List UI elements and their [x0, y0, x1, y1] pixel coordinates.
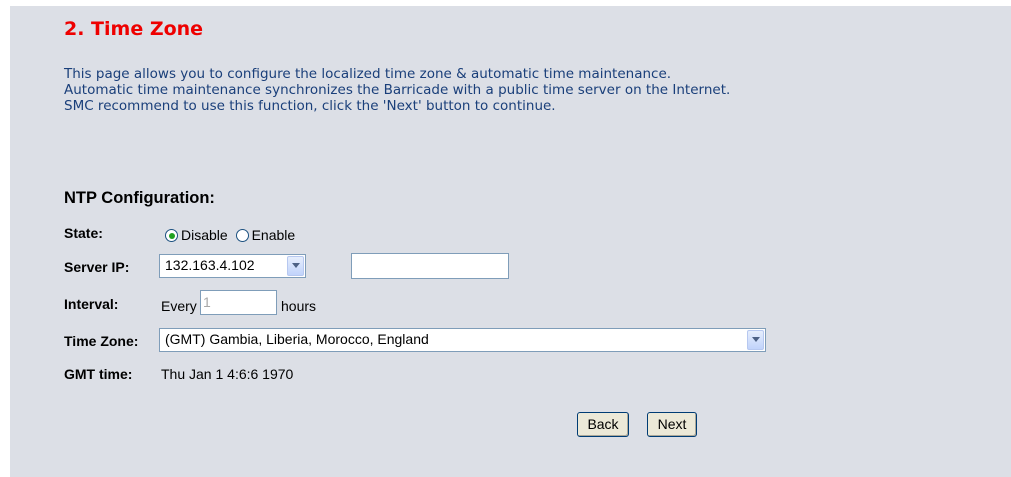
- interval-prefix: Every: [161, 298, 197, 314]
- state-disable-radio[interactable]: [165, 229, 178, 242]
- interval-suffix: hours: [281, 298, 317, 314]
- gmt-time-value: Thu Jan 1 4:6:6 1970: [161, 366, 294, 382]
- interval-label: Interval:: [64, 296, 119, 312]
- state-radio-group: Disable Enable: [165, 225, 295, 244]
- server-ip-label: Server IP:: [64, 259, 130, 275]
- page-title: 2. Time Zone: [64, 18, 204, 40]
- time-zone-selected: (GMT) Gambia, Liberia, Morocco, England: [165, 331, 429, 347]
- time-zone-label: Time Zone:: [64, 333, 139, 349]
- chevron-down-icon[interactable]: [287, 256, 304, 276]
- time-zone-select[interactable]: (GMT) Gambia, Liberia, Morocco, England: [159, 328, 766, 352]
- gmt-time-label: GMT time:: [64, 366, 133, 382]
- interval-input[interactable]: 1: [200, 290, 277, 315]
- state-label: State:: [64, 225, 103, 241]
- state-enable-radio[interactable]: [235, 229, 249, 242]
- state-disable-label: Disable: [181, 227, 228, 243]
- page-description: This page allows you to configure the lo…: [64, 66, 731, 114]
- state-enable-label: Enable: [251, 227, 296, 243]
- server-ip-manual-input[interactable]: [351, 253, 509, 279]
- chevron-down-icon[interactable]: [747, 330, 764, 350]
- state-disable-option[interactable]: Disable: [165, 227, 232, 243]
- server-ip-selected: 132.163.4.102: [165, 257, 255, 273]
- back-button[interactable]: Back: [577, 412, 629, 437]
- state-enable-option[interactable]: Enable: [235, 227, 296, 243]
- next-button[interactable]: Next: [647, 412, 697, 437]
- interval-value: 1: [203, 294, 211, 310]
- server-ip-select[interactable]: 132.163.4.102: [159, 254, 306, 278]
- ntp-section-title: NTP Configuration:: [64, 189, 215, 207]
- content-panel: 2. Time Zone This page allows you to con…: [10, 6, 1011, 477]
